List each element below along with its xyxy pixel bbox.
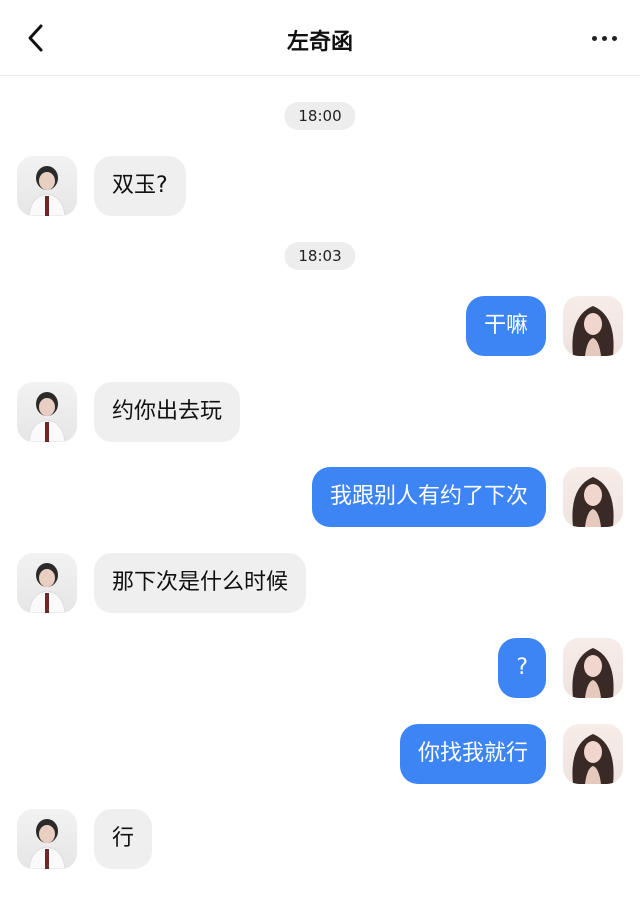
my-avatar[interactable] <box>563 296 623 356</box>
contact-avatar[interactable] <box>17 809 77 869</box>
incoming-message-bubble[interactable]: 那下次是什么时候 <box>94 553 307 613</box>
my-avatar[interactable] <box>563 638 623 698</box>
outgoing-message-bubble[interactable]: 干嘛 <box>465 296 546 356</box>
more-horizontal-icon <box>591 35 597 41</box>
my-avatar[interactable] <box>563 467 623 527</box>
incoming-message-bubble[interactable]: 行 <box>94 809 153 869</box>
timestamp: 18:03 <box>284 242 356 270</box>
chat-screen: 左奇函 18:00 双玉? 18:03 干嘛 约你出去玩 我跟别人有约了下次 那… <box>0 0 640 912</box>
more-options-button[interactable] <box>584 22 624 54</box>
outgoing-message-bubble[interactable]: ? <box>498 638 546 698</box>
chat-title: 左奇函 <box>286 30 353 55</box>
contact-avatar[interactable] <box>17 156 77 216</box>
incoming-message-bubble[interactable]: 约你出去玩 <box>94 382 241 442</box>
my-avatar[interactable] <box>563 724 623 784</box>
timestamp: 18:00 <box>284 102 356 130</box>
contact-avatar[interactable] <box>17 382 77 442</box>
outgoing-message-bubble[interactable]: 你找我就行 <box>399 724 546 784</box>
outgoing-message-bubble[interactable]: 我跟别人有约了下次 <box>311 467 546 527</box>
chat-header: 左奇函 <box>0 0 640 76</box>
incoming-message-bubble[interactable]: 双玉? <box>94 156 186 216</box>
contact-avatar[interactable] <box>17 553 77 613</box>
